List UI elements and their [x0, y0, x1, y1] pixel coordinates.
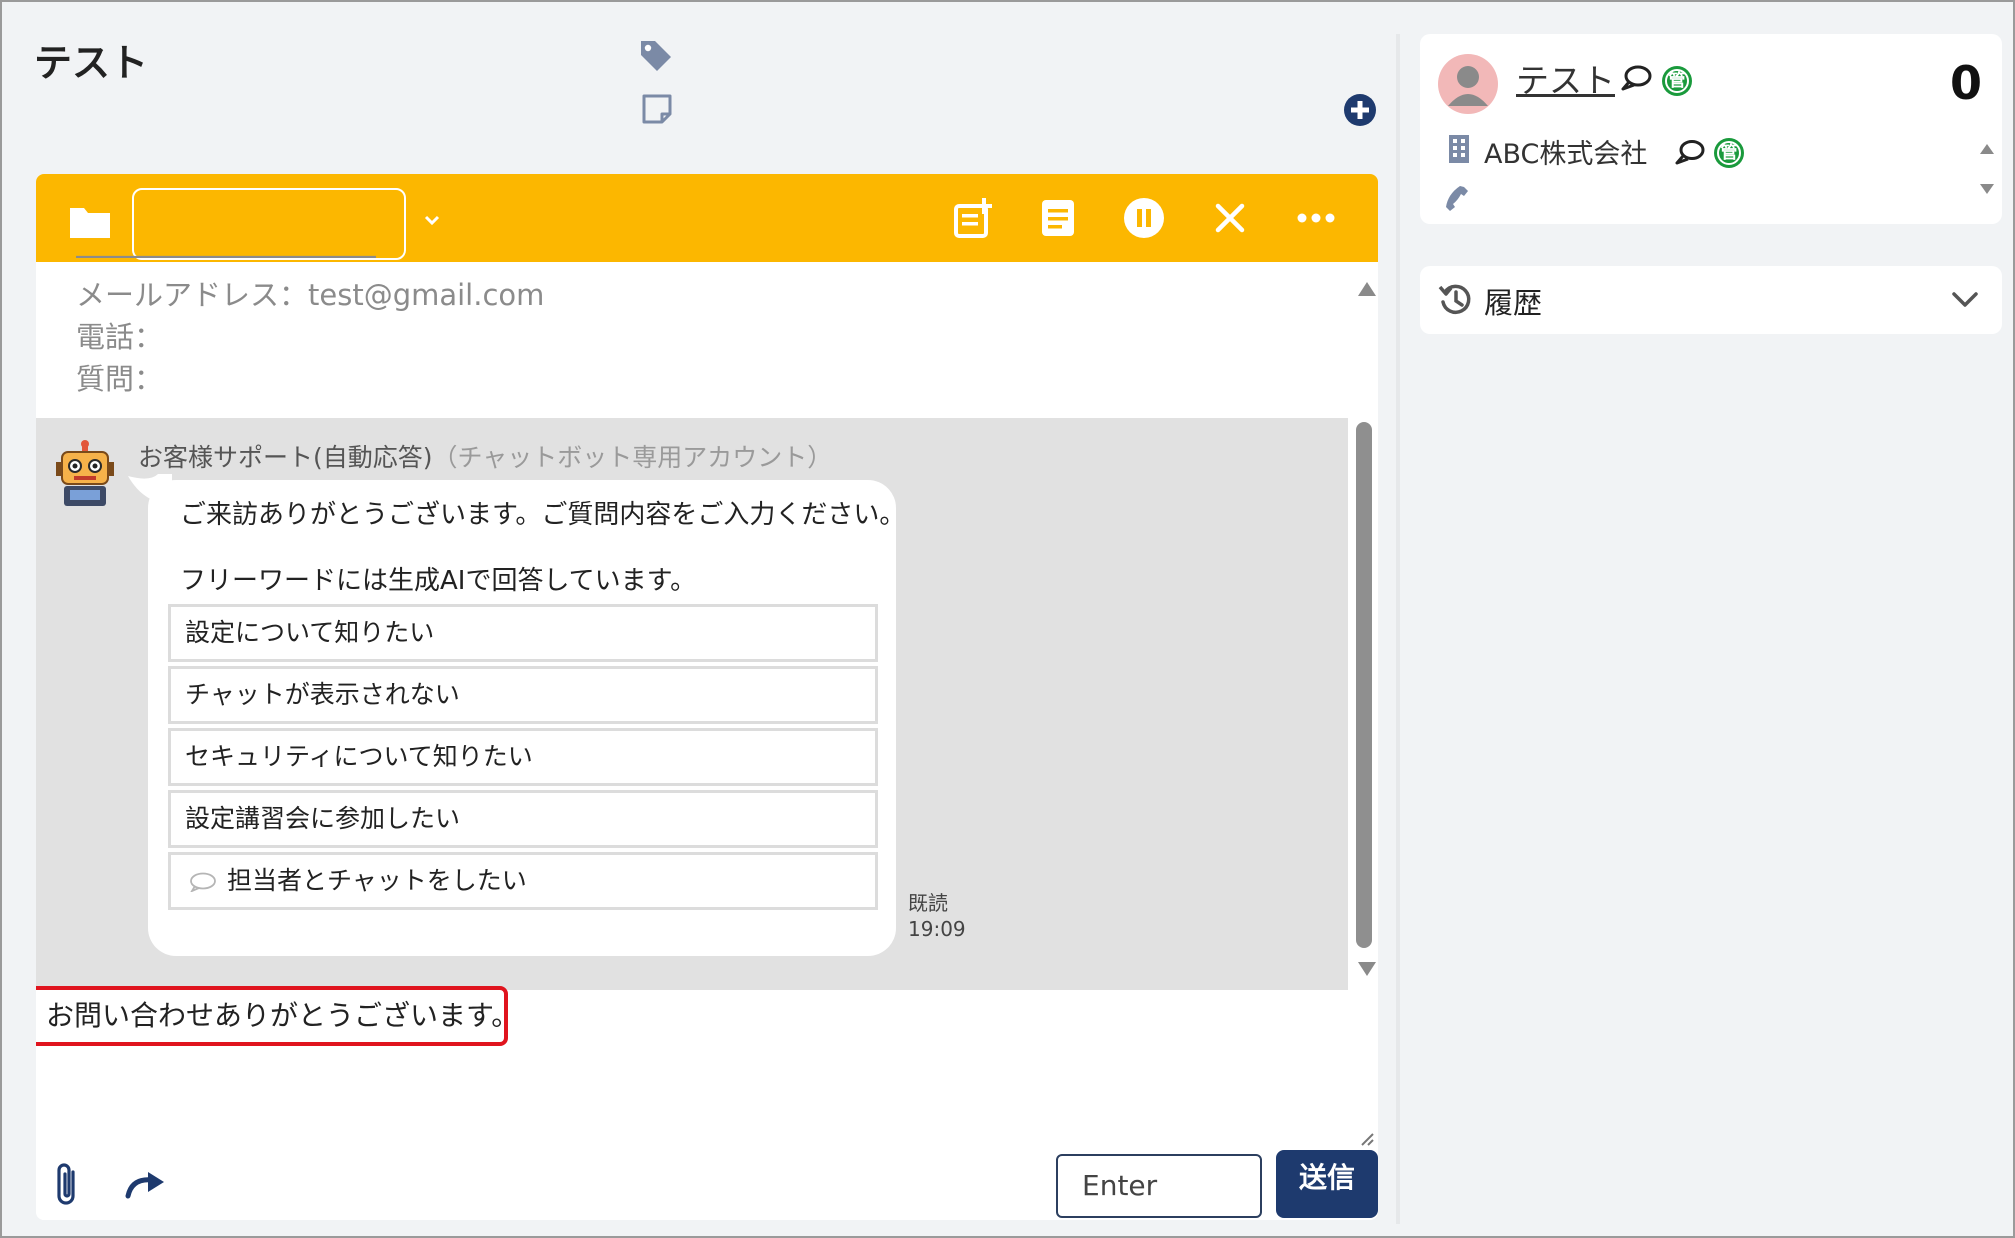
clipped-text: ――――――――――――― [76, 254, 376, 270]
chevron-down-icon[interactable] [422, 212, 442, 228]
enter-key-option[interactable]: Enter [1056, 1154, 1262, 1218]
send-button[interactable]: 送信 [1276, 1150, 1378, 1218]
page-title: テスト [34, 41, 149, 85]
history-icon [1438, 284, 1471, 315]
add-note-icon[interactable] [952, 196, 996, 240]
option-button[interactable]: セキュリティについて知りたい [168, 728, 878, 786]
composer: お問い合わせありがとうございます。 Enter 送信 [36, 986, 1378, 1220]
app-frame: テスト メールアドレス：test@gmail.com 電話： 質問： お客様サポ… [0, 0, 2015, 1238]
robot-avatar-icon [56, 440, 114, 506]
sender-name: お客様サポート(自動応答) [138, 443, 433, 472]
sender-line: お客様サポート(自動応答)（チャットボット専用アカウント） [138, 438, 832, 474]
option-label: 担当者とチャットをしたい [227, 866, 527, 895]
paperclip-icon[interactable] [52, 1162, 82, 1208]
bot-message-bubble: ご来訪ありがとうございます。ご質問内容をご入力ください。 フリーワードには生成A… [148, 480, 905, 956]
sender-account: （チャットボット専用アカウント） [432, 443, 833, 472]
close-icon[interactable] [1208, 196, 1252, 240]
message-line-1: ご来訪ありがとうございます。ご質問内容をご入力ください。 [180, 500, 906, 530]
info-email: メールアドレス：test@gmail.com [76, 278, 545, 312]
tag-icon[interactable] [638, 38, 674, 74]
company-admin-badge-label: 管 [1720, 143, 1738, 163]
scrollbar-thumb[interactable] [1356, 422, 1372, 948]
scroll-up-arrow[interactable] [1358, 282, 1376, 296]
read-label: 既読 [908, 891, 948, 915]
message-time: 19:09 [908, 917, 966, 941]
company-name: ABC株式会社 [1484, 139, 1648, 170]
read-status: 既読 19:09 [908, 890, 966, 942]
pause-icon[interactable] [1122, 196, 1166, 240]
history-section[interactable]: 履歴 [1420, 266, 2002, 334]
pane-divider[interactable] [1396, 34, 1400, 1224]
resize-handle-icon[interactable] [1358, 1130, 1374, 1146]
memo-icon[interactable] [1036, 196, 1080, 240]
add-circle-icon[interactable] [1343, 93, 1377, 127]
contact-card: テスト 管 0 ABC株式会社 管 [1420, 34, 2002, 224]
option-button[interactable]: チャットが表示されない [168, 666, 878, 724]
folder-icon[interactable] [68, 204, 112, 240]
option-button[interactable]: 設定講習会に参加したい [168, 790, 878, 848]
chat-panel: ――――――――――――― メールアドレス：test@gmail.com 電話：… [36, 174, 1378, 1220]
info-phone: 電話： [76, 320, 164, 354]
contact-count: 0 [1950, 56, 1983, 110]
message-area: お客様サポート(自動応答)（チャットボット専用アカウント） ご来訪ありがとうござ… [36, 418, 1348, 990]
status-select[interactable] [132, 188, 406, 260]
sticky-note-icon[interactable] [640, 92, 674, 126]
scroll-down-arrow[interactable] [1358, 962, 1376, 976]
building-icon [1449, 135, 1469, 163]
card-scroll-up[interactable] [1980, 144, 1994, 154]
user-avatar-icon[interactable] [1438, 54, 1498, 114]
contact-name[interactable]: テスト [1516, 54, 1615, 102]
chat-bubble-icon[interactable] [1620, 64, 1652, 92]
company-chat-bubble-icon[interactable] [1674, 138, 1706, 166]
form-info: ――――――――――――― メールアドレス：test@gmail.com 電話：… [36, 254, 1348, 418]
admin-badge: 管 [1662, 66, 1692, 96]
admin-badge-label: 管 [1668, 71, 1686, 91]
message-input[interactable]: お問い合わせありがとうございます。 [36, 986, 519, 1046]
company-admin-badge: 管 [1714, 138, 1744, 168]
more-icon[interactable] [1294, 196, 1338, 240]
card-scroll-down[interactable] [1980, 184, 1994, 194]
redo-icon[interactable] [124, 1170, 168, 1200]
chevron-down-icon[interactable] [1950, 288, 1980, 310]
option-button-chat[interactable]: 担当者とチャットをしたい [168, 852, 878, 910]
chat-toolbar [36, 174, 1378, 262]
info-question: 質問： [76, 362, 164, 396]
history-label: 履歴 [1484, 286, 1543, 320]
phone-icon [1446, 186, 1468, 211]
message-line-2: フリーワードには生成AIで回答しています。 [180, 566, 697, 596]
speech-bubble-icon [190, 872, 216, 892]
option-button[interactable]: 設定について知りたい [168, 604, 878, 662]
